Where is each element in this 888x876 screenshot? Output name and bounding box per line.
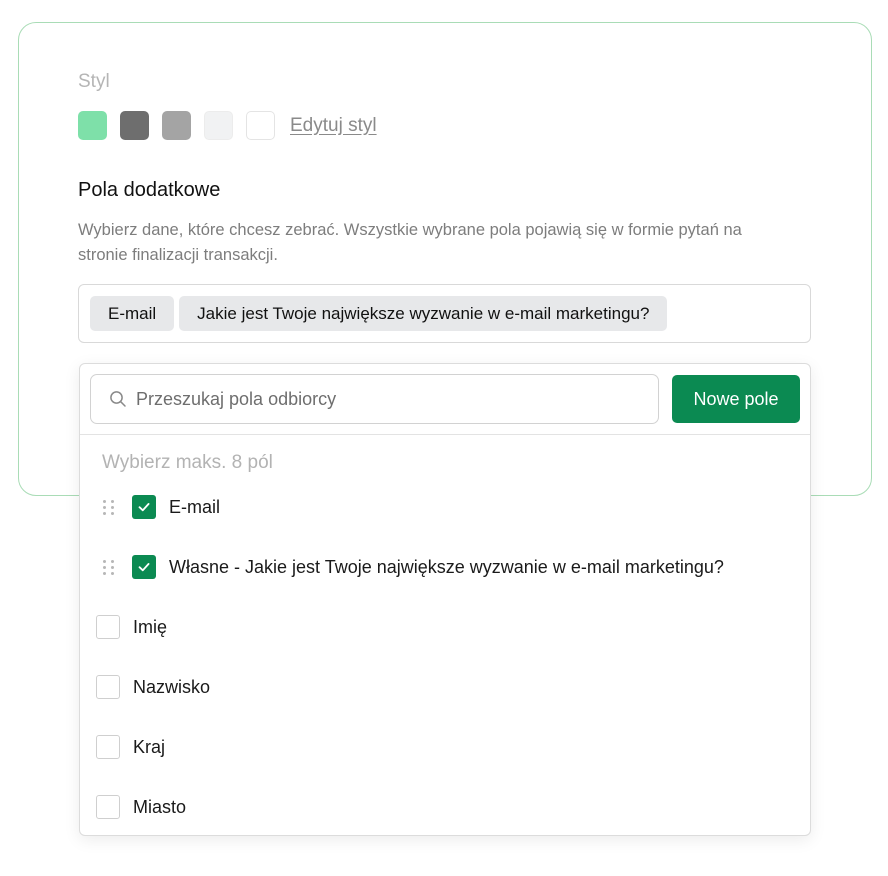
list-item-last-name[interactable]: Nazwisko xyxy=(80,667,810,707)
fields-dropdown: Nowe pole Wybierz maks. 8 pól E-mail Wła… xyxy=(79,363,811,836)
dropdown-search-row: Nowe pole xyxy=(80,364,810,435)
check-icon xyxy=(138,563,150,572)
list-item-label: Miasto xyxy=(133,796,187,817)
checkbox-unchecked[interactable] xyxy=(96,675,120,699)
list-item-email[interactable]: E-mail xyxy=(80,487,810,527)
selected-fields-box[interactable]: E-mail Jakie jest Twoje największe wyzwa… xyxy=(78,284,811,343)
list-item-city[interactable]: Miasto xyxy=(80,787,810,827)
additional-fields-description: Wybierz dane, które chcesz zebrać. Wszys… xyxy=(78,221,742,264)
search-input[interactable] xyxy=(136,388,616,410)
list-item-label: Własne - Jakie jest Twoje największe wyz… xyxy=(169,556,724,577)
checkbox-checked[interactable] xyxy=(132,555,156,579)
search-box[interactable] xyxy=(90,374,659,424)
additional-fields-title: Pola dodatkowe xyxy=(78,179,221,201)
swatch-gray[interactable] xyxy=(162,111,191,140)
list-item-first-name[interactable]: Imię xyxy=(80,607,810,647)
list-item-country[interactable]: Kraj xyxy=(80,727,810,767)
style-label: Styl xyxy=(78,71,110,92)
swatch-light-gray[interactable] xyxy=(204,111,233,140)
list-item-label: Nazwisko xyxy=(133,676,211,697)
new-field-button[interactable]: Nowe pole xyxy=(672,375,800,423)
swatch-dark-gray[interactable] xyxy=(120,111,149,140)
swatch-white[interactable] xyxy=(246,111,275,140)
chip-custom-question[interactable]: Jakie jest Twoje największe wyzwanie w e… xyxy=(179,296,668,331)
style-swatches: Edytuj styl xyxy=(78,111,377,140)
check-icon xyxy=(138,503,150,512)
swatch-green[interactable] xyxy=(78,111,107,140)
checkbox-checked[interactable] xyxy=(132,495,156,519)
max-fields-hint: Wybierz maks. 8 pól xyxy=(102,452,273,473)
checkbox-unchecked[interactable] xyxy=(96,795,120,819)
list-item-label: Kraj xyxy=(133,736,166,757)
search-icon xyxy=(110,391,126,407)
edit-style-link[interactable]: Edytuj styl xyxy=(290,115,377,137)
drag-handle-icon[interactable] xyxy=(103,498,115,516)
list-item-label: E-mail xyxy=(169,496,221,517)
list-item-label: Imię xyxy=(133,616,168,637)
checkbox-unchecked[interactable] xyxy=(96,735,120,759)
chip-email[interactable]: E-mail xyxy=(90,296,175,331)
drag-handle-icon[interactable] xyxy=(103,558,115,576)
checkbox-unchecked[interactable] xyxy=(96,615,120,639)
list-item-custom-question[interactable]: Własne - Jakie jest Twoje największe wyz… xyxy=(80,547,810,587)
